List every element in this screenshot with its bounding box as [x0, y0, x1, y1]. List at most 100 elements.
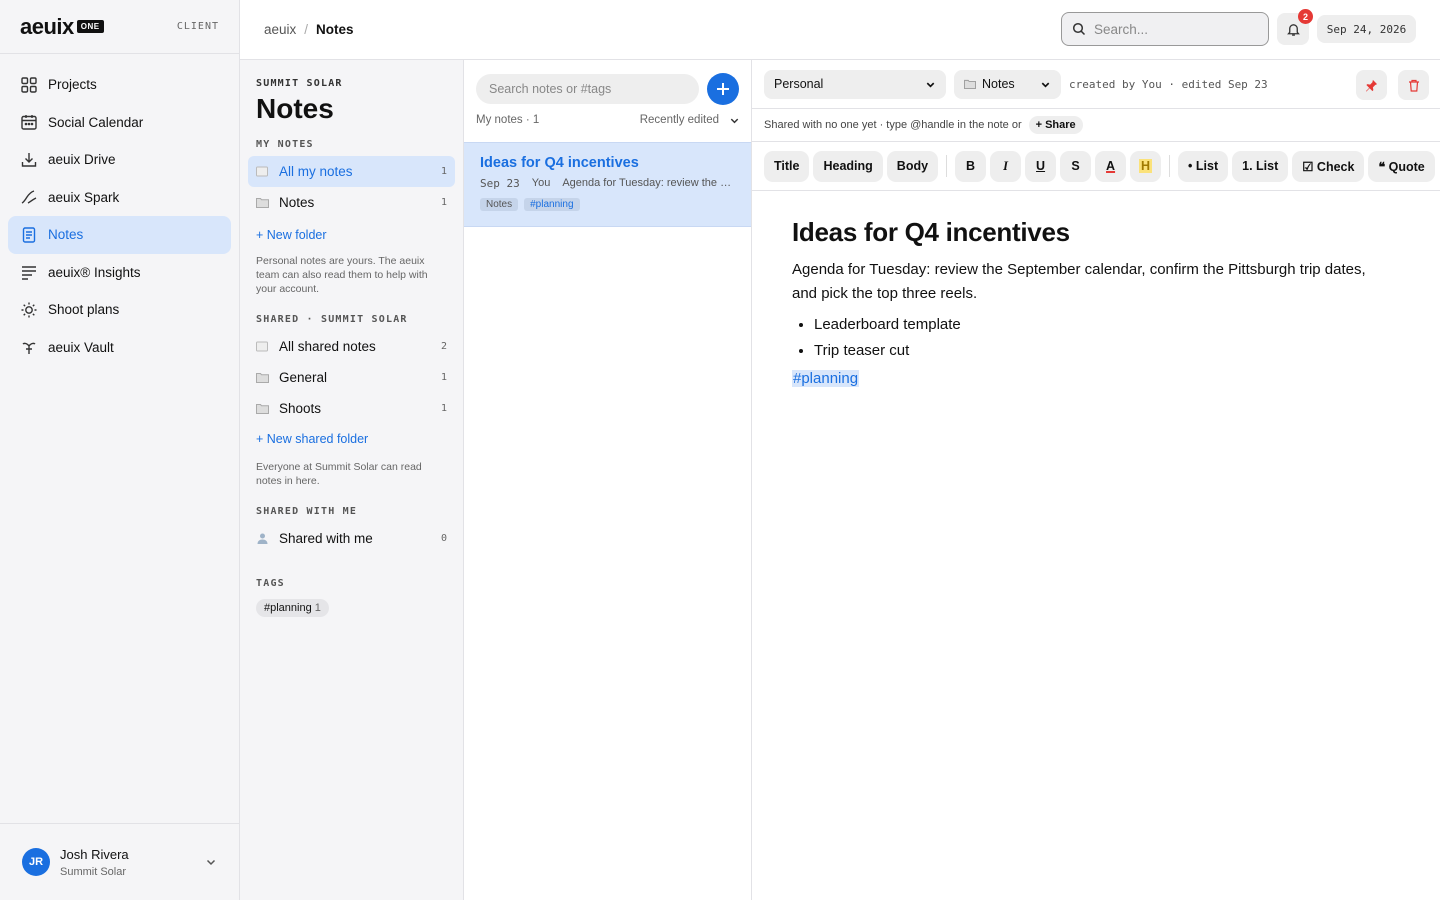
note-date: Sep 23: [480, 177, 520, 190]
format-heading-button[interactable]: Heading: [813, 150, 883, 182]
plus-icon: [717, 83, 729, 95]
text-color-button[interactable]: A: [1095, 150, 1127, 182]
notes-search-input[interactable]: Search notes or #tags: [476, 74, 699, 104]
folder-count: 1: [440, 166, 447, 177]
document-bullet-list: Leaderboard template Trip teaser cut: [792, 312, 1400, 364]
calendar-icon: [21, 115, 37, 130]
folder-count: 1: [440, 403, 447, 414]
share-status: Shared with no one yet · type @handle in…: [764, 119, 1022, 131]
scope-select[interactable]: Personal: [764, 69, 946, 99]
user-name: Josh Rivera: [60, 846, 129, 862]
format-title-button[interactable]: Title: [764, 150, 810, 182]
breadcrumb-root[interactable]: aeuix: [264, 22, 296, 37]
note-created-edited-meta: created by You · edited Sep 23: [1069, 77, 1268, 91]
bullet-item[interactable]: Leaderboard template: [814, 312, 1400, 338]
nav-item-drive[interactable]: aeuix Drive: [8, 141, 231, 179]
folder-item-all-my-notes[interactable]: All my notes 1: [248, 156, 455, 187]
workspace-name: SUMMIT SOLAR: [256, 78, 343, 89]
nav-label: aeuix Drive: [48, 152, 116, 168]
tag-filter-planning[interactable]: #planning 1: [256, 599, 329, 617]
highlight-button[interactable]: H: [1130, 150, 1162, 182]
underline-button[interactable]: U: [1025, 150, 1057, 182]
pin-button[interactable]: [1356, 70, 1387, 100]
numbered-list-button[interactable]: 1. List: [1232, 150, 1289, 182]
folder-item-notes[interactable]: Notes 1: [248, 187, 455, 218]
folder-icon: [964, 79, 976, 89]
folder-label: Notes: [279, 195, 315, 210]
folder-icon: [256, 198, 269, 208]
search-placeholder: Search...: [1094, 21, 1149, 37]
bold-button[interactable]: B: [955, 150, 987, 182]
document-paragraph[interactable]: Agenda for Tuesday: review the September…: [792, 258, 1392, 306]
checklist-button[interactable]: ☑ Check: [1292, 150, 1365, 182]
note-hashtag: #planning: [524, 198, 580, 211]
nav-item-insights[interactable]: aeuix® Insights: [8, 254, 231, 292]
folder-count: 2: [440, 341, 447, 352]
folder-value: Notes: [982, 77, 1015, 91]
editor-header: Personal Notes created by You · edited S…: [752, 60, 1440, 109]
folder-item-all-shared-notes[interactable]: All shared notes 2: [248, 331, 455, 362]
tag-count: 1: [314, 602, 321, 614]
folder-item-shoots[interactable]: Shoots 1: [248, 393, 455, 424]
note-title: Ideas for Q4 incentives: [480, 155, 639, 171]
notes-icon: [22, 227, 36, 243]
nav-item-spark[interactable]: aeuix Spark: [8, 179, 231, 217]
document-title[interactable]: Ideas for Q4 incentives: [792, 217, 1400, 248]
folder-count: 0: [440, 533, 447, 544]
global-search-input[interactable]: Search...: [1061, 12, 1269, 46]
main-nav: Projects Social Calendar aeuix Drive aeu…: [0, 54, 239, 378]
nav-item-projects[interactable]: Projects: [8, 66, 231, 104]
chevron-down-icon: [926, 82, 935, 88]
avatar: JR: [22, 848, 50, 876]
folder-label: Shared with me: [279, 531, 373, 546]
chevron-down-icon: [730, 118, 739, 123]
personal-notes-hint: Personal notes are yours. The aeuix team…: [256, 255, 428, 295]
notification-count-badge: 2: [1298, 9, 1313, 24]
document-hashtag[interactable]: #planning: [792, 370, 860, 387]
download-icon: [21, 152, 37, 167]
toolbar-divider: [1169, 155, 1171, 177]
bullet-item[interactable]: Trip teaser cut: [814, 338, 1400, 364]
nav-item-vault[interactable]: aeuix Vault: [8, 329, 231, 367]
aeuix-one-logo[interactable]: aeuix ONE: [20, 14, 104, 40]
note-list-item[interactable]: Ideas for Q4 incentives Sep 23 You Agend…: [464, 142, 751, 227]
user-info: Josh Rivera Summit Solar: [60, 847, 129, 878]
delete-button[interactable]: [1398, 70, 1429, 100]
nav-item-notes[interactable]: Notes: [8, 216, 231, 254]
format-body-button[interactable]: Body: [886, 150, 939, 182]
brand-bar: aeuix ONE CLIENT: [0, 0, 239, 54]
folder-select[interactable]: Notes: [954, 69, 1061, 99]
add-note-button[interactable]: [707, 73, 739, 105]
chevron-down-icon[interactable]: [205, 856, 217, 868]
user-org: Summit Solar: [60, 865, 127, 878]
nav-label: aeuix® Insights: [48, 264, 141, 280]
highlight-label: H: [1139, 159, 1153, 173]
strikethrough-button[interactable]: S: [1060, 150, 1092, 182]
list-meta-row: My notes · 1 Recently edited: [476, 114, 740, 126]
role-label: CLIENT: [176, 21, 219, 32]
nav-label: Shoot plans: [48, 302, 120, 318]
user-menu[interactable]: JR Josh Rivera Summit Solar: [0, 823, 239, 900]
nav-label: Notes: [48, 227, 84, 243]
notifications-button[interactable]: 2: [1277, 9, 1313, 45]
scope-value: Personal: [774, 77, 824, 91]
sort-select[interactable]: Recently edited: [640, 114, 740, 126]
nav-item-shoot-plans[interactable]: Shoot plans: [8, 291, 231, 329]
folder-label: Shoots: [279, 401, 322, 416]
folder-item-shared-with-me[interactable]: Shared with me 0: [248, 523, 455, 554]
chevron-down-icon: [1041, 82, 1050, 88]
person-icon: [257, 533, 268, 544]
folder-label: General: [279, 370, 328, 385]
nav-item-social-calendar[interactable]: Social Calendar: [8, 104, 231, 142]
note-document[interactable]: Ideas for Q4 incentives Agenda for Tuesd…: [752, 191, 1440, 414]
new-folder-button[interactable]: + New folder: [248, 218, 455, 250]
folder-item-general[interactable]: General 1: [248, 362, 455, 393]
share-button[interactable]: + Share: [1028, 116, 1083, 134]
logo-text: aeuix: [20, 13, 74, 39]
grid-icon: [21, 77, 37, 93]
italic-button[interactable]: I: [990, 150, 1022, 182]
quote-button[interactable]: ❝ Quote: [1368, 150, 1435, 182]
notes-list-panel: Search notes or #tags My notes · 1 Recen…: [464, 60, 752, 900]
bullet-list-button[interactable]: • List: [1178, 150, 1229, 182]
new-shared-folder-button[interactable]: + New shared folder: [248, 424, 455, 456]
